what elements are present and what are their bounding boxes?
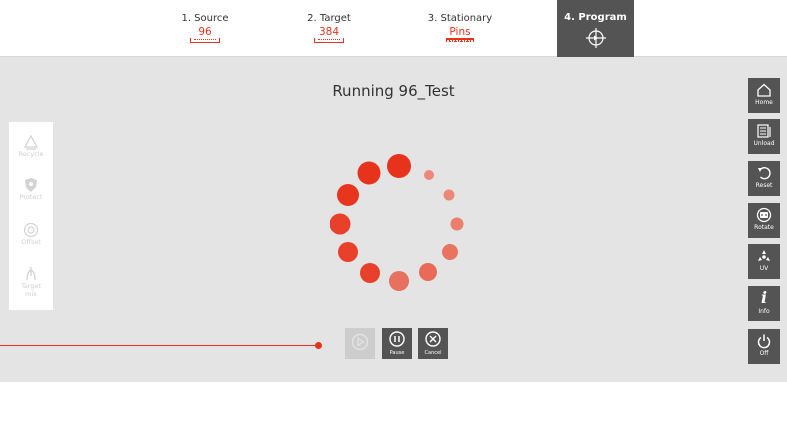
step-bar: 1. Source 96 2. Target 384 3. Stationary…: [0, 0, 787, 57]
step-program[interactable]: 4. Program: [557, 0, 634, 57]
step-target[interactable]: 2. Target 384: [284, 0, 374, 57]
play-icon: [351, 333, 369, 351]
unload-button[interactable]: Unload: [748, 119, 780, 154]
step-source-value: 96: [198, 26, 212, 38]
plate-marker-icon: [314, 38, 344, 43]
rotate-label: Rotate: [754, 224, 774, 231]
pause-icon: [389, 331, 405, 347]
rotate-icon: [756, 207, 772, 223]
offset-label: Offset: [21, 238, 41, 246]
info-icon: i: [760, 288, 768, 307]
pointer-line: [0, 345, 318, 346]
spinner-dot: [357, 161, 381, 185]
loading-spinner: [330, 154, 464, 291]
unload-icon: [757, 124, 771, 138]
plate-marker-icon: [190, 38, 220, 43]
spinner-dot: [442, 244, 458, 260]
spinner-dot: [387, 154, 411, 178]
info-button[interactable]: i Info: [748, 286, 780, 321]
uv-label: UV: [759, 265, 769, 272]
step-target-label: 2. Target: [307, 13, 351, 24]
recycle-icon: [23, 134, 39, 150]
spinner-dot: [338, 242, 358, 262]
spinner-dot: [389, 271, 409, 291]
recycle-button[interactable]: Recycle: [9, 134, 53, 158]
cancel-label: Cancel: [424, 350, 442, 356]
spinner-dot: [424, 170, 434, 180]
target-mix-button[interactable]: Target mix: [9, 266, 53, 298]
target-mix-label: Target mix: [20, 282, 42, 298]
power-icon: [757, 334, 771, 349]
left-tool-panel: Recycle Protect Offset Target mix: [9, 122, 53, 310]
step-program-label: 4. Program: [564, 12, 627, 23]
page-title: Running 96_Test: [332, 82, 455, 100]
step-source[interactable]: 1. Source 96: [160, 0, 250, 57]
cancel-button[interactable]: Cancel: [418, 328, 448, 359]
spinner-dot: [419, 263, 437, 281]
pins-marker-icon: [446, 38, 474, 42]
spinner-dot: [330, 213, 351, 235]
step-stationary-value: Pins: [449, 26, 471, 38]
step-stationary[interactable]: 3. Stationary Pins: [410, 0, 510, 57]
home-label: Home: [755, 99, 773, 106]
spinner-dot: [450, 217, 464, 231]
step-stationary-label: 3. Stationary: [427, 13, 493, 24]
spinner-dot: [337, 184, 359, 206]
mix-icon: [26, 267, 36, 281]
reset-button[interactable]: Reset: [748, 161, 780, 196]
info-label: Info: [758, 308, 770, 315]
uv-button[interactable]: UV: [748, 244, 780, 279]
spinner-dot: [360, 263, 380, 283]
protect-button[interactable]: Protect: [9, 177, 53, 201]
offset-button[interactable]: Offset: [9, 222, 53, 246]
step-target-value: 384: [318, 26, 340, 38]
pause-label: Pause: [389, 350, 405, 356]
reset-label: Reset: [755, 182, 773, 189]
step-source-label: 1. Source: [181, 13, 229, 24]
rotate-button[interactable]: Rotate: [748, 203, 780, 238]
play-button[interactable]: [345, 328, 375, 359]
main-area: Running 96_Test Recycle Protect Offset T…: [0, 57, 787, 382]
pointer-dot: [315, 342, 322, 349]
protect-label: Protect: [19, 193, 43, 201]
recycle-label: Recycle: [18, 150, 44, 158]
reset-icon: [758, 167, 771, 180]
target-icon: [23, 222, 39, 238]
spinner-dot: [443, 189, 455, 201]
unload-label: Unload: [753, 140, 775, 147]
home-icon: [757, 83, 771, 97]
shield-icon: [25, 178, 37, 192]
crosshair-icon: [585, 28, 606, 48]
home-button[interactable]: Home: [748, 78, 780, 113]
cancel-icon: [425, 331, 441, 347]
pause-button[interactable]: Pause: [382, 328, 412, 359]
uv-icon: [758, 250, 770, 261]
off-label: Off: [759, 350, 769, 357]
off-button[interactable]: Off: [748, 329, 780, 364]
